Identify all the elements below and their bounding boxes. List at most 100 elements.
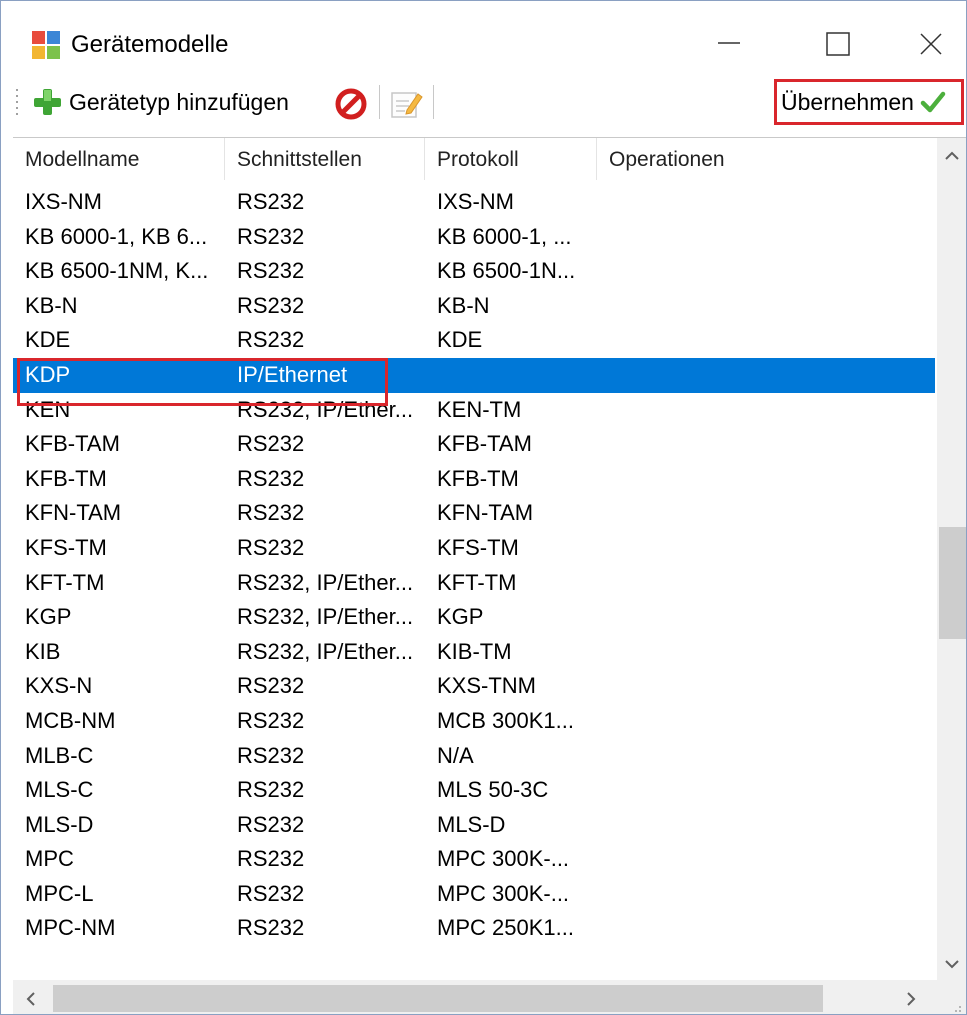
scroll-down-icon[interactable] [942, 954, 962, 974]
table-row[interactable]: KIB RS232, IP/Ether... KIB-TM [13, 635, 935, 670]
cell-protocol: KB 6000-1, ... [437, 223, 572, 249]
apply-label: Übernehmen [781, 88, 914, 115]
size-grip[interactable] [937, 980, 966, 1014]
cell-model-name: MLB-C [25, 742, 94, 768]
edit-button[interactable] [389, 88, 423, 120]
cell-operations [597, 704, 937, 739]
cell-model-name: KIB [25, 638, 61, 664]
cell-model-name: KFT-TM [25, 569, 105, 595]
maximize-button[interactable] [808, 19, 868, 69]
table-row[interactable]: KGP RS232, IP/Ether... KGP [13, 600, 935, 635]
table-row[interactable] [13, 946, 935, 980]
cell-model-name: KXS-N [25, 673, 93, 699]
table-row[interactable]: MCB-NM RS232 MCB 300K1... [13, 704, 935, 739]
cell-interfaces: RS232 [237, 915, 305, 941]
minimize-button[interactable] [699, 19, 759, 69]
cell-protocol: KXS-TNM [437, 673, 536, 699]
cell-protocol: KDE [437, 327, 483, 353]
cell-operations [597, 254, 937, 289]
toolbar-grip-icon[interactable] [15, 87, 19, 117]
list-header: Modellname Schnittstellen Protokoll Oper… [13, 138, 937, 180]
resize-grip-icon [955, 1006, 961, 1012]
table-row[interactable]: KB 6000-1, KB 6... RS232 KB 6000-1, ... [13, 220, 935, 255]
cell-model-name: IXS-NM [25, 189, 102, 214]
cell-model-name: MLS-D [25, 811, 94, 837]
cell-interfaces: RS232 [237, 327, 305, 353]
add-device-type-button[interactable]: Gerätetyp hinzufügen [31, 83, 289, 121]
horizontal-scrollbar[interactable] [13, 980, 937, 1014]
cell-model-name: MPC-L [25, 880, 94, 906]
column-header-protocol[interactable]: Protokoll [425, 138, 597, 180]
cell-protocol: KEN-TM [437, 396, 522, 422]
cell-interfaces: RS232, IP/Ether... [237, 569, 414, 595]
column-header-model-name[interactable]: Modellname [13, 138, 225, 180]
delete-button[interactable] [334, 87, 368, 121]
cell-interfaces: RS232, IP/Ether... [237, 396, 414, 422]
table-row[interactable]: KFB-TAM RS232 KFB-TAM [13, 427, 935, 462]
apply-button[interactable]: Übernehmen [774, 79, 964, 125]
cell-protocol: MLS 50-3C [437, 777, 549, 803]
cell-protocol [425, 946, 597, 980]
checkmark-icon [920, 91, 946, 113]
scroll-left-icon[interactable] [21, 989, 41, 1009]
vertical-scrollbar[interactable] [937, 138, 966, 980]
table-row[interactable]: KDP IP/Ethernet [13, 357, 935, 393]
table-row[interactable]: MPC-L RS232 MPC 300K-... [13, 877, 935, 912]
table-row[interactable]: KFT-TM RS232, IP/Ether... KFT-TM [13, 566, 935, 601]
cell-protocol: N/A [437, 742, 474, 768]
table-row[interactable]: KFN-TAM RS232 KFN-TAM [13, 496, 935, 531]
device-model-list[interactable]: Modellname Schnittstellen Protokoll Oper… [13, 137, 966, 1014]
table-row[interactable]: MLB-C RS232 N/A [13, 739, 935, 774]
list-rows: IXS-NM RS232 IXS-NM KB 6000-1, KB 6... RS232… [13, 185, 937, 980]
table-row[interactable]: KEN RS232, IP/Ether... KEN-TM [13, 393, 935, 428]
vertical-scroll-thumb[interactable] [939, 527, 966, 639]
column-header-operations[interactable]: Operationen [597, 138, 937, 180]
table-row[interactable]: MLS-D RS232 MLS-D [13, 808, 935, 843]
horizontal-scroll-thumb[interactable] [53, 985, 823, 1012]
cell-operations [597, 773, 937, 808]
table-row[interactable]: KB 6500-1NM, K... RS232 KB 6500-1N... [13, 254, 935, 289]
table-row[interactable]: MLS-C RS232 MLS 50-3C [13, 773, 935, 808]
table-row[interactable]: KFS-TM RS232 KFS-TM [13, 531, 935, 566]
cell-interfaces: RS232 [237, 292, 305, 318]
table-row[interactable]: KB-N RS232 KB-N [13, 289, 935, 324]
cell-model-name: KGP [25, 604, 72, 630]
cell-operations [597, 842, 937, 877]
table-row[interactable]: MPC RS232 MPC 300K-... [13, 842, 935, 877]
cell-protocol: KFB-TAM [437, 431, 532, 457]
close-button[interactable] [901, 19, 961, 69]
cell-operations [597, 739, 937, 774]
cell-model-name: MPC-NM [25, 915, 116, 941]
cell-interfaces: RS232, IP/Ether... [237, 638, 414, 664]
cell-protocol [425, 358, 597, 393]
cell-interfaces [225, 946, 425, 980]
cell-protocol: KFT-TM [437, 569, 517, 595]
cell-model-name: MPC [25, 846, 74, 872]
table-row[interactable]: KXS-N RS232 KXS-TNM [13, 669, 935, 704]
table-row[interactable]: KDE RS232 KDE [13, 323, 935, 358]
cell-interfaces: RS232 [237, 431, 305, 457]
column-header-interfaces[interactable]: Schnittstellen [225, 138, 425, 180]
cell-model-name: MCB-NM [25, 707, 116, 733]
cell-interfaces: RS232 [237, 673, 305, 699]
cell-operations [597, 220, 937, 255]
window-title: Gerätemodelle [71, 31, 229, 58]
cell-interfaces: RS232 [237, 846, 305, 872]
cell-operations [597, 600, 937, 635]
scroll-up-icon[interactable] [942, 146, 962, 166]
cell-protocol: MPC 300K-... [437, 880, 570, 906]
table-row[interactable]: KFB-TM RS232 KFB-TM [13, 462, 935, 497]
cell-protocol: MPC 300K-... [437, 846, 570, 872]
table-row[interactable]: IXS-NM RS232 IXS-NM [13, 185, 935, 220]
cell-operations [597, 946, 937, 980]
cell-operations [597, 462, 937, 497]
table-row[interactable]: MPC-NM RS232 MPC 250K1... [13, 911, 935, 946]
cell-protocol: MPC 250K1... [437, 915, 574, 941]
cell-model-name: KEN [25, 396, 71, 422]
scroll-right-icon[interactable] [901, 989, 921, 1009]
cell-model-name: KFB-TAM [25, 431, 120, 457]
cell-operations [597, 289, 937, 324]
app-icon [32, 31, 60, 59]
cell-interfaces: RS232 [237, 707, 305, 733]
device-models-window: Gerätemodelle Gerätetyp hinzufügen Übern… [0, 0, 967, 1015]
